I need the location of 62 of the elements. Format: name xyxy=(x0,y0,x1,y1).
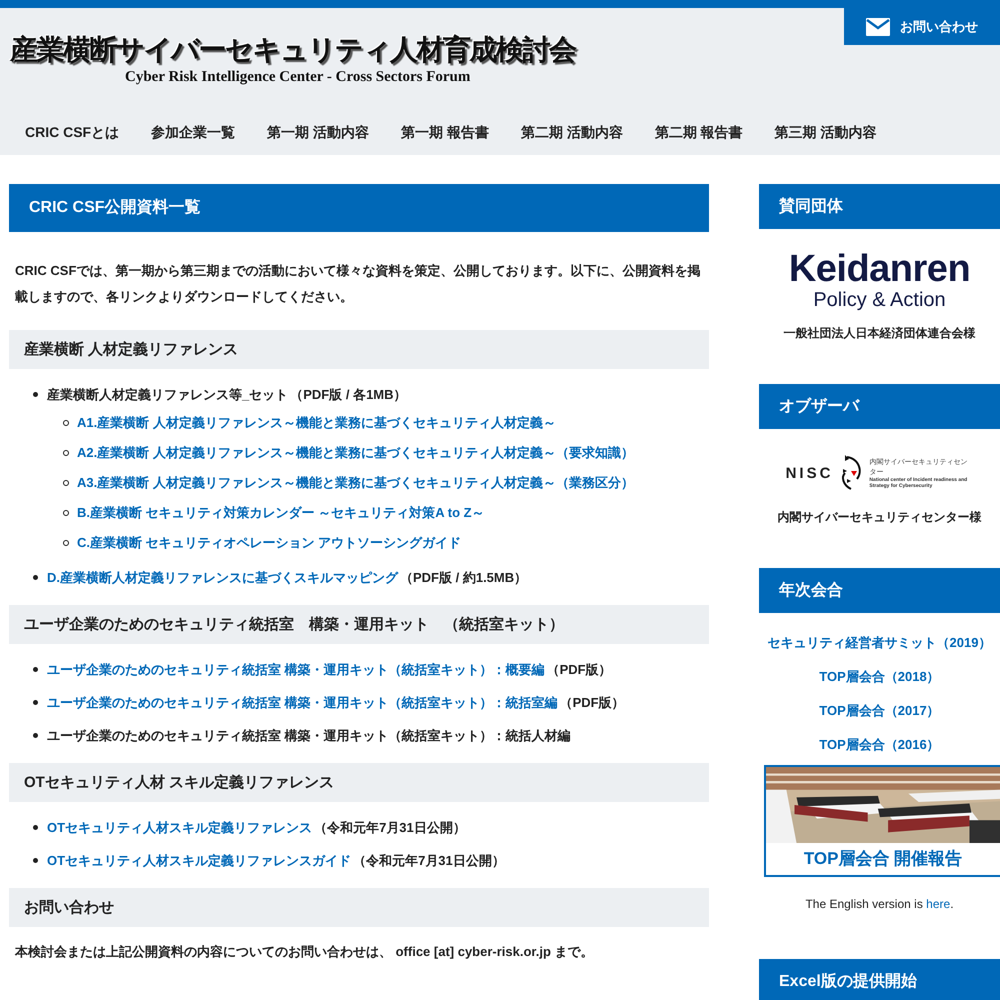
mail-icon xyxy=(866,18,890,36)
file-note: （PDF版 / 約1.5MB） xyxy=(400,568,528,586)
file-note: （令和元年7月31日公開） xyxy=(314,818,466,836)
document-title: 産業横断人材定義リファレンス等_セット xyxy=(47,386,288,404)
meeting-link[interactable]: TOP層会合（2016） xyxy=(819,735,940,755)
nav-link[interactable]: 第二期 活動内容 xyxy=(520,124,623,142)
here-link[interactable]: here xyxy=(926,897,950,911)
file-note: （PDF版） xyxy=(546,660,612,678)
nav-link[interactable]: 第一期 活動内容 xyxy=(267,124,370,142)
section-heading: 産業横断 人材定義リファレンス xyxy=(9,330,709,369)
document-link[interactable]: OTセキュリティ人材スキル定義リファレンスガイド xyxy=(47,852,352,870)
document-link[interactable]: A3.産業横断 人材定義リファレンス～機能と業務に基づくセキュリティ人材定義～（業務区分） xyxy=(77,474,634,492)
bullet-icon xyxy=(33,825,38,830)
file-note: （PDF版 / 各1MB） xyxy=(290,386,407,404)
section-heading: OTセキュリティ人材 スキル定義リファレンス xyxy=(9,763,709,802)
file-note: （令和元年7月31日公開） xyxy=(353,852,505,870)
sidebar-heading: 年次会合 xyxy=(759,568,1000,613)
contact-text: 本検討会または上記公開資料の内容についてのお問い合わせは、 office [at] cyber-risk.or.jp まで。 xyxy=(15,943,595,961)
site-subtitle: Cyber Risk Intelligence Center - Cross Sectors Forum xyxy=(125,68,472,86)
bullet-icon xyxy=(63,540,69,546)
document-link[interactable]: A1.産業横断 人材定義リファレンス～機能と業務に基づくセキュリティ人材定義～ xyxy=(77,414,556,432)
bullet-icon xyxy=(63,450,69,456)
sidebar-heading: オブザーバ xyxy=(759,384,1000,429)
document-link[interactable]: B.産業横断 セキュリティ対策カレンダー ～セキュリティ対策A to Z～ xyxy=(77,504,485,522)
site-title: 産業横断サイバーセキュリティ人材育成検討会 xyxy=(10,32,577,68)
bullet-icon xyxy=(33,858,38,863)
nav-link[interactable]: CRIC CSFとは xyxy=(25,124,120,142)
sidebar-heading: 賛同団体 xyxy=(759,184,1000,229)
bullet-icon xyxy=(63,510,69,516)
report-banner[interactable]: TOP層会合 開催報告 xyxy=(764,765,1000,877)
document-link[interactable]: C.産業横断 セキュリティオペレーション アウトソーシングガイド xyxy=(77,534,462,552)
contact-button[interactable]: お問い合わせ xyxy=(844,8,1000,45)
organization-name: 内閣サイバーセキュリティセンター様 xyxy=(776,509,982,526)
nav-link[interactable]: 参加企業一覧 xyxy=(151,124,236,142)
document-link[interactable]: D.産業横断人材定義リファレンスに基づくスキルマッピング xyxy=(47,568,398,586)
bullet-icon xyxy=(63,420,69,426)
document-link[interactable]: A2.産業横断 人材定義リファレンス～機能と業務に基づくセキュリティ人材定義～（要求知識） xyxy=(77,444,634,462)
sidebar-heading: Excel版の提供開始 xyxy=(759,959,1000,1000)
document-title: ユーザ企業のためのセキュリティ統括室 構築・運用キット（統括室キット）：統括人材編 xyxy=(47,726,571,744)
meeting-link[interactable]: セキュリティ経営者サミット（2019） xyxy=(768,633,992,653)
page-title: CRIC CSF公開資料一覧 xyxy=(9,184,709,232)
bullet-icon xyxy=(33,667,38,672)
bullet-icon xyxy=(33,733,38,738)
bullet-icon xyxy=(33,575,38,580)
bullet-icon xyxy=(33,700,38,705)
document-link[interactable]: ユーザ企業のためのセキュリティ統括室 構築・運用キット（統括室キット）：概要編 xyxy=(47,660,545,678)
bullet-icon xyxy=(33,392,38,397)
nav-link[interactable]: 第二期 報告書 xyxy=(654,124,743,142)
organization-name: 一般社団法人日本経済団体連合会様 xyxy=(782,325,976,342)
meeting-link[interactable]: TOP層会合（2018） xyxy=(819,667,940,687)
nav-link[interactable]: 第三期 活動内容 xyxy=(774,124,877,142)
bullet-icon xyxy=(63,480,69,486)
section-heading: お問い合わせ xyxy=(9,888,709,927)
keidanren-logo: Keidanren Policy & Action xyxy=(788,249,972,311)
nav-link[interactable]: 第一期 報告書 xyxy=(401,124,489,142)
english-version-text: The English version is here. xyxy=(804,897,955,911)
document-link[interactable]: OTセキュリティ人材スキル定義リファレンス xyxy=(47,818,312,836)
document-link[interactable]: ユーザ企業のためのセキュリティ統括室 構築・運用キット（統括室キット）：統括室編 xyxy=(47,694,558,712)
intro-text: CRIC CSFでは、第一期から第三期までの活動において様々な資料を策定、公開しております。以下に、公開資料を掲載しますので、各リンクよりダウンロードしてください。 xyxy=(15,262,702,306)
meeting-link[interactable]: TOP層会合（2017） xyxy=(819,701,940,721)
file-note: （PDF版） xyxy=(560,694,625,712)
section-heading: ユーザ企業のためのセキュリティ統括室 構築・運用キット （統括室キット） xyxy=(9,605,709,644)
